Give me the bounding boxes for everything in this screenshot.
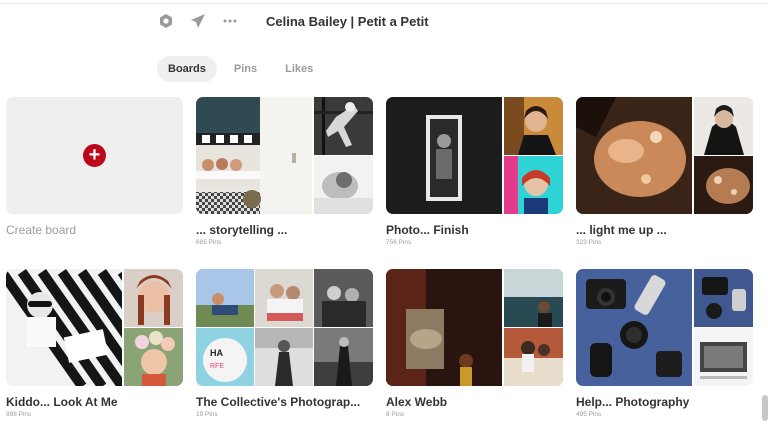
board-cover-main-image	[576, 97, 692, 214]
board-card[interactable]: ... light me up ... 323 Pins	[576, 97, 753, 246]
more-icon[interactable]	[220, 11, 240, 31]
board-cover-image	[124, 328, 183, 386]
board-cover-main-image	[6, 269, 122, 386]
board-cover-image	[504, 328, 563, 386]
board-cover[interactable]	[386, 269, 563, 386]
profile-tabs: Boards Pins Likes	[157, 56, 324, 82]
board-cover[interactable]	[6, 269, 183, 386]
board-cover-image	[196, 269, 254, 327]
board-cover-image	[694, 269, 753, 327]
board-card[interactable]: Alex Webb 8 Pins	[386, 269, 563, 418]
board-cover[interactable]	[196, 97, 373, 214]
board-cover-main-image	[386, 269, 502, 386]
board-cover-image	[255, 328, 313, 386]
board-cover[interactable]	[576, 97, 753, 214]
board-name[interactable]: ... light me up ...	[576, 223, 753, 237]
board-card[interactable]: Kiddo... Look At Me 998 Pins	[6, 269, 183, 418]
svg-text:HA: HA	[210, 348, 223, 358]
board-pin-count: 685 Pins	[196, 239, 222, 246]
board-card[interactable]: Help... Photography 495 Pins	[576, 269, 753, 418]
settings-hexagon-icon[interactable]	[156, 11, 176, 31]
create-board-card[interactable]: + Create board	[6, 97, 183, 237]
board-cover-image	[694, 328, 753, 386]
board-cover-main-image	[576, 269, 692, 386]
scrollbar-thumb[interactable]	[762, 395, 768, 421]
add-board-button[interactable]: +	[83, 144, 106, 167]
plus-icon: +	[88, 143, 101, 166]
board-card[interactable]: ... storytelling ... 685 Pins	[196, 97, 373, 246]
board-card[interactable]: HA RFE The Collective's Photograp... 19 P…	[196, 269, 373, 418]
create-board-label: Create board	[6, 223, 77, 237]
board-cover-image	[314, 269, 373, 327]
board-cover-image	[314, 156, 373, 214]
board-name[interactable]: ... storytelling ...	[196, 223, 373, 237]
board-cover-main-image	[386, 97, 502, 214]
board-pin-count: 19 Pins	[196, 411, 218, 418]
tab-likes[interactable]: Likes	[274, 56, 324, 82]
tab-pins[interactable]: Pins	[223, 56, 268, 82]
board-cover-image	[504, 269, 563, 327]
board-pin-count: 323 Pins	[576, 239, 602, 246]
board-pin-count: 756 Pins	[386, 239, 412, 246]
profile-title: Celina Bailey | Petit a Petit	[266, 13, 429, 29]
send-icon[interactable]	[188, 11, 208, 31]
board-cover-main-image	[196, 97, 312, 214]
board-cover[interactable]: HA RFE	[196, 269, 373, 386]
board-cover-image: HA RFE	[196, 328, 254, 386]
board-card[interactable]: Photo... Finish 756 Pins	[386, 97, 563, 246]
board-cover-image	[314, 97, 373, 155]
board-cover-image	[255, 269, 313, 327]
board-name[interactable]: Kiddo... Look At Me	[6, 395, 183, 409]
board-cover-image	[504, 156, 563, 214]
create-board-cover[interactable]: +	[6, 97, 183, 214]
tab-boards[interactable]: Boards	[157, 56, 217, 82]
top-divider	[0, 0, 768, 4]
board-pin-count: 495 Pins	[576, 411, 602, 418]
board-pin-count: 8 Pins	[386, 411, 405, 418]
board-cover-image	[124, 269, 183, 327]
svg-text:RFE: RFE	[210, 363, 224, 370]
board-cover-image	[314, 328, 373, 386]
board-name[interactable]: Alex Webb	[386, 395, 563, 409]
board-cover-image	[504, 97, 563, 155]
profile-header: Celina Bailey | Petit a Petit	[156, 10, 429, 32]
board-cover[interactable]	[576, 269, 753, 386]
board-name[interactable]: Photo... Finish	[386, 223, 563, 237]
board-cover[interactable]	[386, 97, 563, 214]
board-cover-image	[694, 97, 753, 155]
board-name[interactable]: Help... Photography	[576, 395, 753, 409]
board-cover-image	[694, 156, 753, 214]
board-name[interactable]: The Collective's Photograp...	[196, 395, 373, 409]
board-pin-count: 998 Pins	[6, 411, 32, 418]
